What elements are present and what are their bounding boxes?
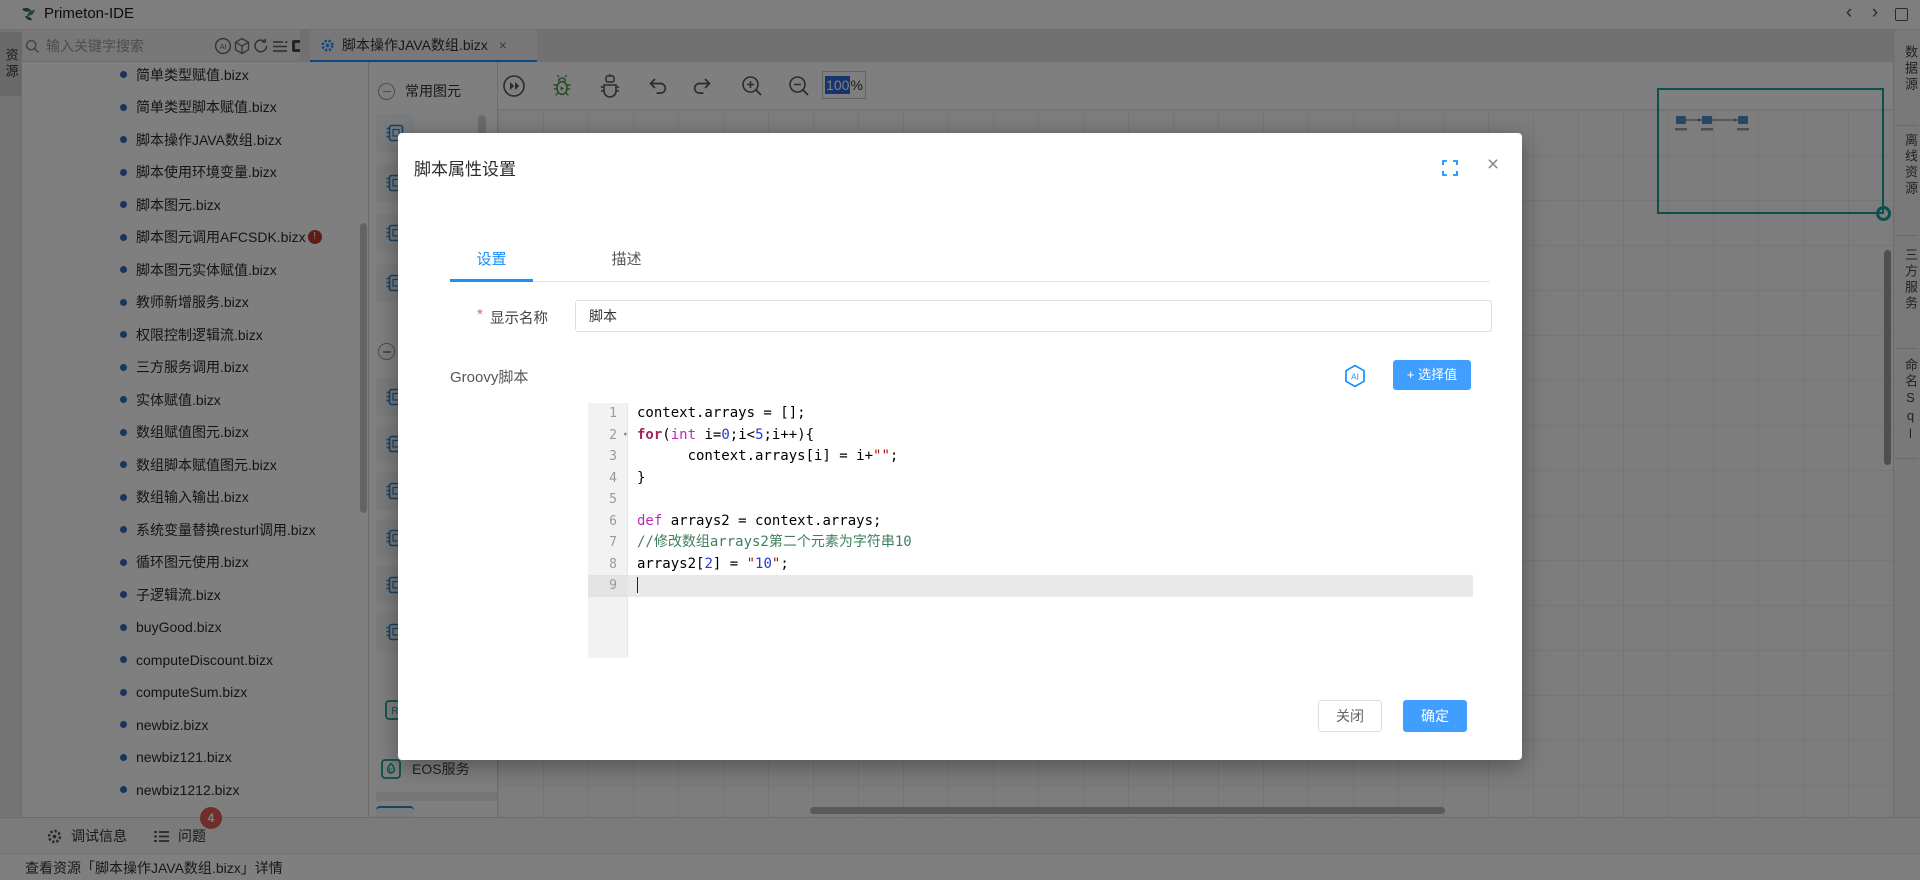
code-line[interactable]: //修改数组arrays2第二个元素为字符串10 xyxy=(628,532,1473,554)
code-line[interactable]: arrays2[2] = "10"; xyxy=(628,554,1473,576)
dialog-title: 脚本属性设置 xyxy=(414,160,516,179)
code-line[interactable]: for(int i=0;i<5;i++){ xyxy=(628,425,1473,447)
display-name-input[interactable]: 脚本 xyxy=(575,300,1492,332)
code-line[interactable]: context.arrays = []; xyxy=(628,403,1473,425)
code-line[interactable]: def arrays2 = context.arrays; xyxy=(628,511,1473,533)
text-cursor xyxy=(637,577,639,593)
confirm-button[interactable]: 确定 xyxy=(1403,700,1467,732)
dialog-tabs: 设置 描述 xyxy=(450,243,1490,282)
line-number: 4 xyxy=(609,470,617,486)
groovy-code-editor[interactable]: 1 2 ▾ 3 4 5 6 7 8 9 context.arrays = []; for(int i… xyxy=(588,403,1473,658)
ai-generate-icon[interactable]: AI xyxy=(1343,364,1367,388)
line-number: 6 xyxy=(609,513,617,529)
line-number: 1 xyxy=(609,406,617,421)
tab-settings[interactable]: 设置 xyxy=(450,243,533,282)
code-line[interactable]: } xyxy=(628,468,1473,490)
close-icon[interactable]: × xyxy=(1481,153,1505,177)
editor-code-area[interactable]: context.arrays = []; for(int i=0;i<5;i++)… xyxy=(628,403,1473,658)
line-number: 2 ▾ xyxy=(588,425,628,447)
code-line[interactable]: context.arrays[i] = i+""; xyxy=(628,446,1473,468)
groovy-script-label: Groovy脚本 xyxy=(450,369,529,386)
line-number: 5 xyxy=(609,492,617,507)
script-properties-dialog: 脚本属性设置 × 设置 描述 * 显示名称 脚本 Groovy脚本 AI + 选… xyxy=(398,133,1522,760)
svg-text:AI: AI xyxy=(1351,372,1359,382)
fullscreen-icon[interactable] xyxy=(1442,160,1458,176)
app-window: Primeton-IDE ‹ › 输入关键字搜索 AI 脚本操作JAVA数组.b xyxy=(0,0,1920,880)
tab-description[interactable]: 描述 xyxy=(585,243,668,282)
required-mark: * xyxy=(477,306,483,323)
line-number: 8 xyxy=(609,556,617,572)
editor-gutter: 1 2 ▾ 3 4 5 6 7 8 9 xyxy=(588,403,628,658)
code-line[interactable] xyxy=(628,575,1473,597)
display-name-label: 显示名称 xyxy=(490,311,548,327)
line-number: 7 xyxy=(609,535,617,550)
line-number: 9 xyxy=(588,575,627,597)
code-line[interactable] xyxy=(628,489,1473,511)
close-button[interactable]: 关闭 xyxy=(1318,700,1382,732)
select-value-button[interactable]: + 选择值 xyxy=(1393,360,1471,390)
line-number: 3 xyxy=(609,449,617,464)
